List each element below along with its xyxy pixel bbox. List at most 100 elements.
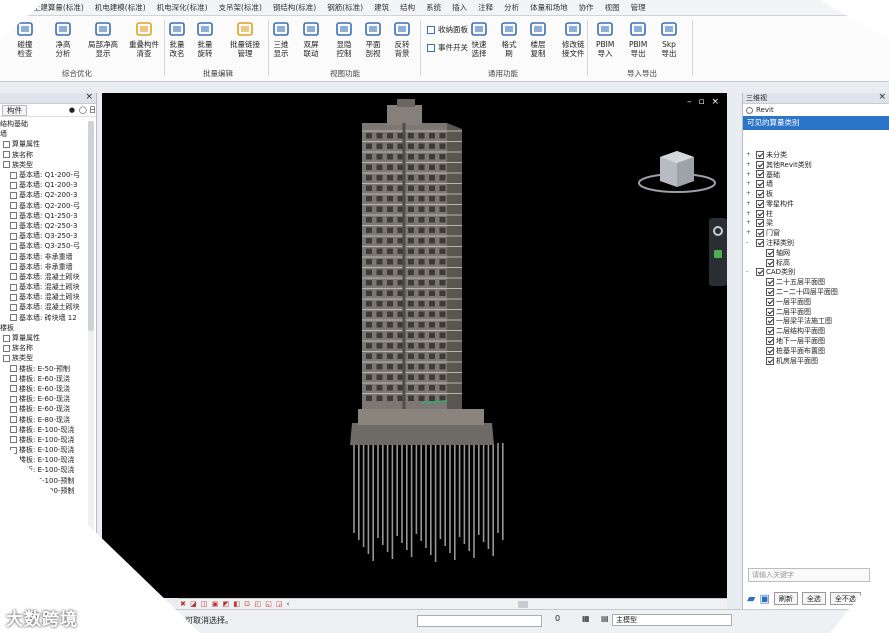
category-item[interactable]: - 注释类别 — [746, 238, 884, 248]
radio-option[interactable] — [746, 106, 753, 114]
tree-item[interactable]: 算量属性 — [0, 139, 88, 149]
ribbon-button-b1[interactable]: 碰撞 检查 — [16, 20, 34, 58]
tree-item[interactable]: 楼板: E-100-现浇 — [0, 445, 88, 455]
checkbox[interactable] — [756, 219, 764, 228]
checkbox[interactable] — [756, 180, 764, 189]
category-item[interactable]: + 门窗 — [746, 228, 884, 238]
ribbon-button-b15[interactable]: 楼层 复制 — [529, 20, 547, 58]
tree-item[interactable]: 基本墙: Q2-200-弓 — [0, 201, 88, 211]
ribbon-button-b2[interactable]: 净高 分析 — [54, 20, 72, 58]
expand-toggle[interactable]: + — [746, 189, 753, 199]
checkbox[interactable] — [10, 202, 17, 210]
ribbon-button-b18[interactable]: PBIM 导出 — [629, 20, 647, 58]
tree-item[interactable]: 楼板: E-100-预制 — [0, 476, 88, 486]
left-panel-scrollbar[interactable] — [88, 121, 94, 591]
checkbox[interactable] — [3, 354, 10, 362]
menu-item[interactable]: 土建算量(标准) — [33, 2, 84, 13]
workset-selector[interactable] — [417, 615, 542, 627]
checkbox[interactable] — [766, 337, 774, 346]
open-folder-icon[interactable]: ▰ — [747, 592, 755, 605]
tree-item[interactable]: 基本墙: Q1-250-3 — [0, 211, 88, 221]
checkbox[interactable] — [10, 375, 17, 383]
checkbox[interactable] — [766, 288, 774, 297]
menu-item[interactable]: 管理 — [631, 2, 646, 13]
menu-item[interactable]: 机电深化(标准) — [157, 2, 208, 13]
checkbox[interactable] — [10, 405, 17, 413]
category-item[interactable]: 标高 — [746, 258, 884, 268]
category-item[interactable]: 地下一层平面图 — [746, 336, 884, 346]
expand-toggle[interactable]: + — [746, 160, 753, 170]
view-tools-icons[interactable]: ✖ ◪ ◫ ▣ ◩ ◧ ⊡ ◰ ◱ ◲ — [180, 600, 284, 608]
tree-item[interactable]: 基本墙: Q3-250-弓 — [0, 241, 88, 251]
checkbox[interactable] — [10, 253, 17, 261]
tab-components[interactable]: 构件 — [2, 104, 27, 116]
design-option-selector[interactable]: 主模型 — [612, 614, 732, 626]
category-item[interactable]: + 零星构件 — [746, 199, 884, 209]
checkbox[interactable] — [10, 273, 17, 281]
category-item[interactable]: 一层平面图 — [746, 297, 884, 307]
checkbox[interactable] — [766, 297, 774, 306]
checkbox[interactable] — [766, 307, 774, 316]
ribbon-button-b19[interactable]: Skp 导出 — [660, 20, 678, 58]
tree-item[interactable]: 楼板: E-60-现浇 — [0, 394, 88, 404]
tree-item[interactable]: 楼板: E-100-现浇 — [0, 425, 88, 435]
checkbox[interactable] — [10, 487, 17, 495]
tree-item[interactable]: 基本墙: Q2-250-3 — [0, 221, 88, 231]
tree-item[interactable]: 基本墙: 砖块墙 12 — [0, 313, 88, 323]
select-none-button[interactable]: 全不选 — [829, 591, 861, 605]
checkbox[interactable] — [3, 140, 10, 148]
tree-item[interactable]: 基本墙: 非承重墙 — [0, 251, 88, 261]
checkbox[interactable] — [10, 466, 17, 474]
tree-item[interactable]: 楼板: E-100-现浇 — [0, 455, 88, 465]
checkbox[interactable] — [756, 150, 764, 159]
viewcube-icon[interactable] — [632, 143, 722, 203]
checkbox[interactable] — [756, 160, 764, 169]
checkbox[interactable] — [766, 327, 774, 336]
tree-item[interactable]: 楼板: E-80-现浇 — [0, 414, 88, 424]
checkbox[interactable] — [756, 268, 764, 277]
checkbox[interactable] — [10, 263, 17, 271]
checkbox[interactable] — [10, 436, 17, 444]
checkbox[interactable] — [10, 181, 17, 189]
tree-item[interactable]: 基本墙: 非承重墙 — [0, 262, 88, 272]
tree-item[interactable]: 楼板: E-60-现浇 — [0, 374, 88, 384]
ribbon-small-button-h2[interactable]: 事件开关 — [427, 42, 468, 53]
checkbox[interactable] — [3, 151, 10, 159]
checkbox[interactable] — [10, 385, 17, 393]
checkbox[interactable] — [10, 171, 17, 179]
checkbox[interactable] — [10, 303, 17, 311]
expand-toggle[interactable]: - — [746, 267, 753, 277]
close-icon[interactable]: × — [878, 92, 886, 102]
ribbon-button-b12[interactable]: 反转 背景 — [393, 20, 411, 58]
expand-toggle[interactable]: + — [746, 170, 753, 180]
tree-item[interactable]: 基本墙: 混凝土砌块 — [0, 282, 88, 292]
ribbon-button-b3[interactable]: 局部净高 显示 — [88, 20, 118, 58]
category-item[interactable]: 轴网 — [746, 248, 884, 258]
checkbox[interactable] — [10, 232, 17, 240]
category-item[interactable]: 一层梁平法施工图 — [746, 317, 884, 327]
checkbox[interactable] — [756, 190, 764, 199]
tree-item[interactable]: 基本墙: 混凝土砌块 — [0, 302, 88, 312]
tree-item[interactable]: 族名称 — [0, 150, 88, 160]
ribbon-button-b13[interactable]: 快速 选择 — [470, 20, 488, 58]
checkbox[interactable] — [766, 278, 774, 287]
category-item[interactable]: 二~二十四层平面图 — [746, 287, 884, 297]
radio-selected[interactable]: ● — [69, 106, 75, 114]
category-item[interactable]: + 梁 — [746, 219, 884, 229]
tree-item[interactable]: 楼板: E-60-现浇 — [0, 404, 88, 414]
checkbox[interactable] — [756, 209, 764, 218]
menu-item[interactable]: 系统 — [426, 2, 441, 13]
filter-icon[interactable]: ▦ — [582, 614, 590, 623]
menu-item[interactable]: 结构 — [400, 2, 415, 13]
expand-toggle[interactable]: + — [746, 150, 753, 160]
ribbon-button-b11[interactable]: 平面 剖视 — [364, 20, 382, 58]
menu-item[interactable]: 结构) — [4, 2, 22, 13]
pan-icon[interactable] — [714, 250, 722, 258]
expand-toggle[interactable]: + — [746, 228, 753, 238]
checkbox[interactable] — [766, 317, 774, 326]
ribbon-button-b8[interactable]: 三维 显示 — [272, 20, 290, 58]
checkbox[interactable] — [766, 356, 774, 365]
select-all-button[interactable]: 全选 — [801, 591, 826, 605]
expand-toggle[interactable]: + — [746, 218, 753, 228]
expand-toggle[interactable]: - — [746, 238, 753, 248]
